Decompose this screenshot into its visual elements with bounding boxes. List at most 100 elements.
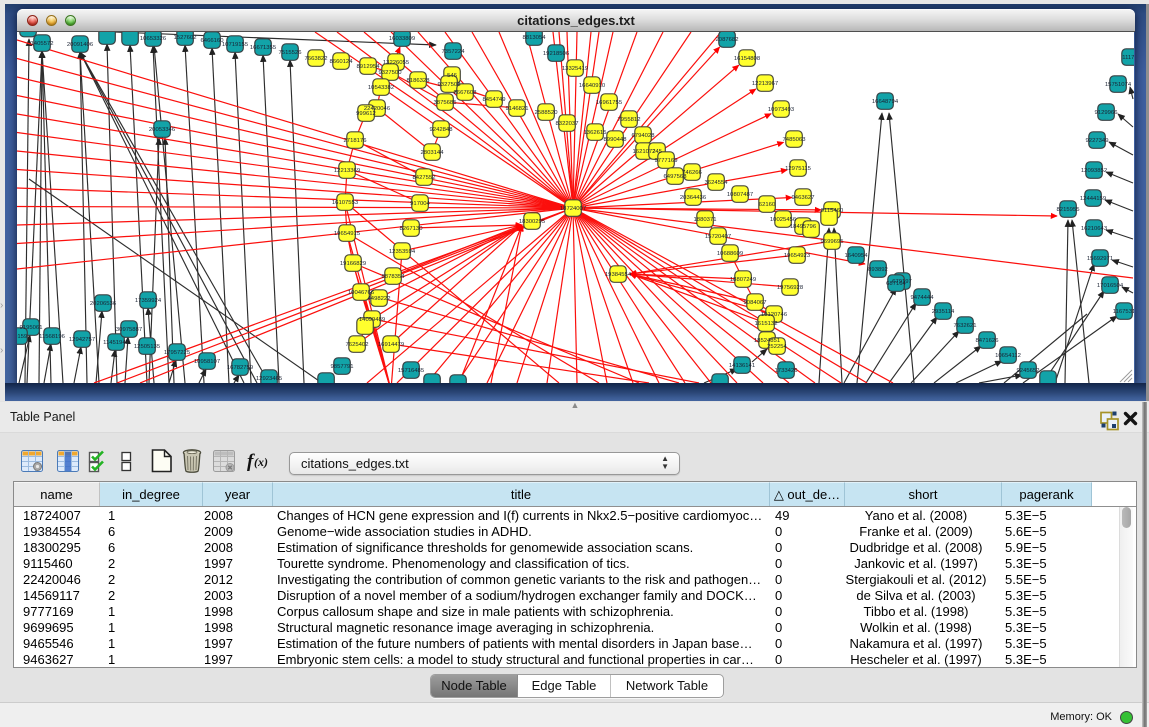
svg-text:8660124: 8660124	[330, 59, 354, 65]
svg-text:19384554: 19384554	[605, 272, 632, 278]
svg-text:1615132: 1615132	[755, 321, 778, 327]
svg-text:8215955: 8215955	[1057, 207, 1081, 213]
svg-text:7955812: 7955812	[618, 117, 641, 123]
svg-text:18300295: 18300295	[519, 219, 546, 225]
svg-text:2087682: 2087682	[716, 37, 739, 43]
svg-text:8427552: 8427552	[413, 175, 436, 181]
svg-text:15716485: 15716485	[398, 368, 425, 374]
svg-text:2718176: 2718176	[344, 138, 368, 144]
svg-text:8322037: 8322037	[556, 121, 579, 127]
svg-text:7485063: 7485063	[783, 137, 807, 143]
svg-text:9242848: 9242848	[430, 127, 454, 133]
svg-text:9699695: 9699695	[821, 239, 845, 245]
svg-text:687164: 687164	[886, 281, 906, 287]
svg-text:9084067: 9084067	[744, 300, 767, 306]
svg-text:16210643: 16210643	[1081, 226, 1108, 232]
svg-text:11172: 11172	[1122, 55, 1134, 61]
svg-text:16033809: 16033809	[389, 36, 415, 42]
svg-text:10688609: 10688609	[717, 251, 743, 257]
svg-text:2667608: 2667608	[454, 90, 478, 96]
svg-text:18807249: 18807249	[730, 277, 756, 283]
svg-text:9227349: 9227349	[1086, 138, 1109, 144]
svg-text:16961755: 16961755	[596, 100, 623, 106]
svg-text:999612: 999612	[356, 111, 376, 117]
svg-text:2803144: 2803144	[421, 150, 445, 156]
svg-text:9245652: 9245652	[1017, 368, 1040, 374]
svg-text:19654923: 19654923	[784, 253, 811, 259]
svg-text:10973493: 10973493	[768, 107, 795, 113]
svg-text:1362615: 1362615	[584, 130, 608, 136]
svg-text:16154808: 16154808	[734, 56, 761, 62]
svg-text:10120746: 10120746	[761, 312, 788, 318]
svg-text:3875685: 3875685	[434, 100, 458, 106]
svg-text:12353594: 12353594	[389, 249, 416, 255]
svg-text:252254: 252254	[767, 344, 787, 350]
svg-text:9777169: 9777169	[655, 158, 678, 164]
svg-text:7357224: 7357224	[442, 49, 466, 55]
svg-text:12093852: 12093852	[1081, 168, 1107, 174]
svg-text:8813054: 8813054	[523, 35, 547, 41]
svg-text:8471626: 8471626	[976, 338, 1000, 344]
svg-text:8912954: 8912954	[357, 64, 381, 70]
svg-text:746266: 746266	[682, 170, 702, 176]
svg-text:10543382: 10543382	[368, 85, 394, 91]
svg-text:15751074: 15751074	[1105, 82, 1132, 88]
svg-text:9146821: 9146821	[506, 106, 529, 112]
svg-text:9463627: 9463627	[792, 195, 815, 201]
svg-text:62160: 62160	[759, 202, 776, 208]
svg-text:9129966: 9129966	[1095, 110, 1119, 116]
svg-text:12213369: 12213369	[334, 168, 360, 174]
svg-text:2935114: 2935114	[932, 309, 955, 315]
svg-text:917004: 917004	[410, 201, 430, 207]
svg-text:20364436: 20364436	[680, 195, 707, 201]
svg-text:19166829: 19166829	[340, 261, 366, 267]
svg-text:7632621: 7632621	[954, 323, 977, 329]
svg-text:13325419: 13325419	[562, 66, 588, 72]
svg-text:12444159: 12444159	[1080, 196, 1106, 202]
svg-text:6794028: 6794028	[632, 133, 656, 139]
svg-text:3624554: 3624554	[705, 180, 729, 186]
svg-text:10025456: 10025456	[770, 217, 797, 223]
svg-text:14099489: 14099489	[359, 317, 385, 323]
svg-text:4498222: 4498222	[368, 296, 391, 302]
svg-text:14136141: 14136141	[729, 363, 755, 369]
svg-text:8990448: 8990448	[604, 137, 628, 143]
svg-text:12213967: 12213967	[752, 81, 778, 87]
svg-text:15692971: 15692971	[1087, 256, 1113, 262]
svg-text:9115460: 9115460	[821, 208, 844, 214]
svg-text:17016504: 17016504	[1097, 283, 1124, 289]
svg-text:8454749: 8454749	[483, 97, 506, 103]
svg-text:7625402: 7625402	[346, 342, 369, 348]
svg-text:10654112: 10654112	[995, 353, 1021, 359]
svg-text:19654915: 19654915	[334, 231, 361, 237]
svg-text:9327508: 9327508	[438, 82, 462, 88]
svg-text:15720407: 15720407	[705, 234, 731, 240]
svg-text:16914479: 16914479	[378, 342, 404, 348]
svg-text:893892: 893892	[868, 267, 888, 273]
svg-text:8878354: 8878354	[382, 274, 406, 280]
svg-text:9474444: 9474444	[911, 295, 935, 301]
svg-text:7663822: 7663822	[305, 56, 328, 62]
svg-text:1640954: 1640954	[845, 253, 869, 259]
svg-text:12975115: 12975115	[785, 166, 811, 172]
svg-text:19218506: 19218506	[543, 51, 570, 57]
svg-text:13226055: 13226055	[383, 60, 410, 66]
svg-text:245: 245	[652, 149, 663, 155]
svg-text:8186328: 8186328	[407, 78, 431, 84]
svg-text:18724007: 18724007	[560, 206, 586, 212]
svg-text:1880371: 1880371	[694, 217, 717, 223]
svg-text:1167531: 1167531	[1113, 309, 1134, 315]
svg-text:10807487: 10807487	[727, 192, 753, 198]
svg-text:18495796: 18495796	[790, 224, 817, 230]
svg-text:546: 546	[447, 73, 458, 79]
svg-text:9327500: 9327500	[379, 70, 403, 76]
svg-text:9857791: 9857791	[331, 364, 354, 370]
svg-text:8267130: 8267130	[400, 226, 424, 232]
svg-text:16107553: 16107553	[332, 200, 359, 206]
svg-text:(x): (x)	[254, 455, 268, 469]
svg-text:1733426: 1733426	[775, 368, 799, 374]
svg-text:19756928: 19756928	[777, 285, 804, 291]
svg-text:16648794: 16648794	[872, 99, 899, 105]
svg-text:2588520: 2588520	[535, 110, 559, 116]
svg-text:16640910: 16640910	[579, 83, 606, 89]
